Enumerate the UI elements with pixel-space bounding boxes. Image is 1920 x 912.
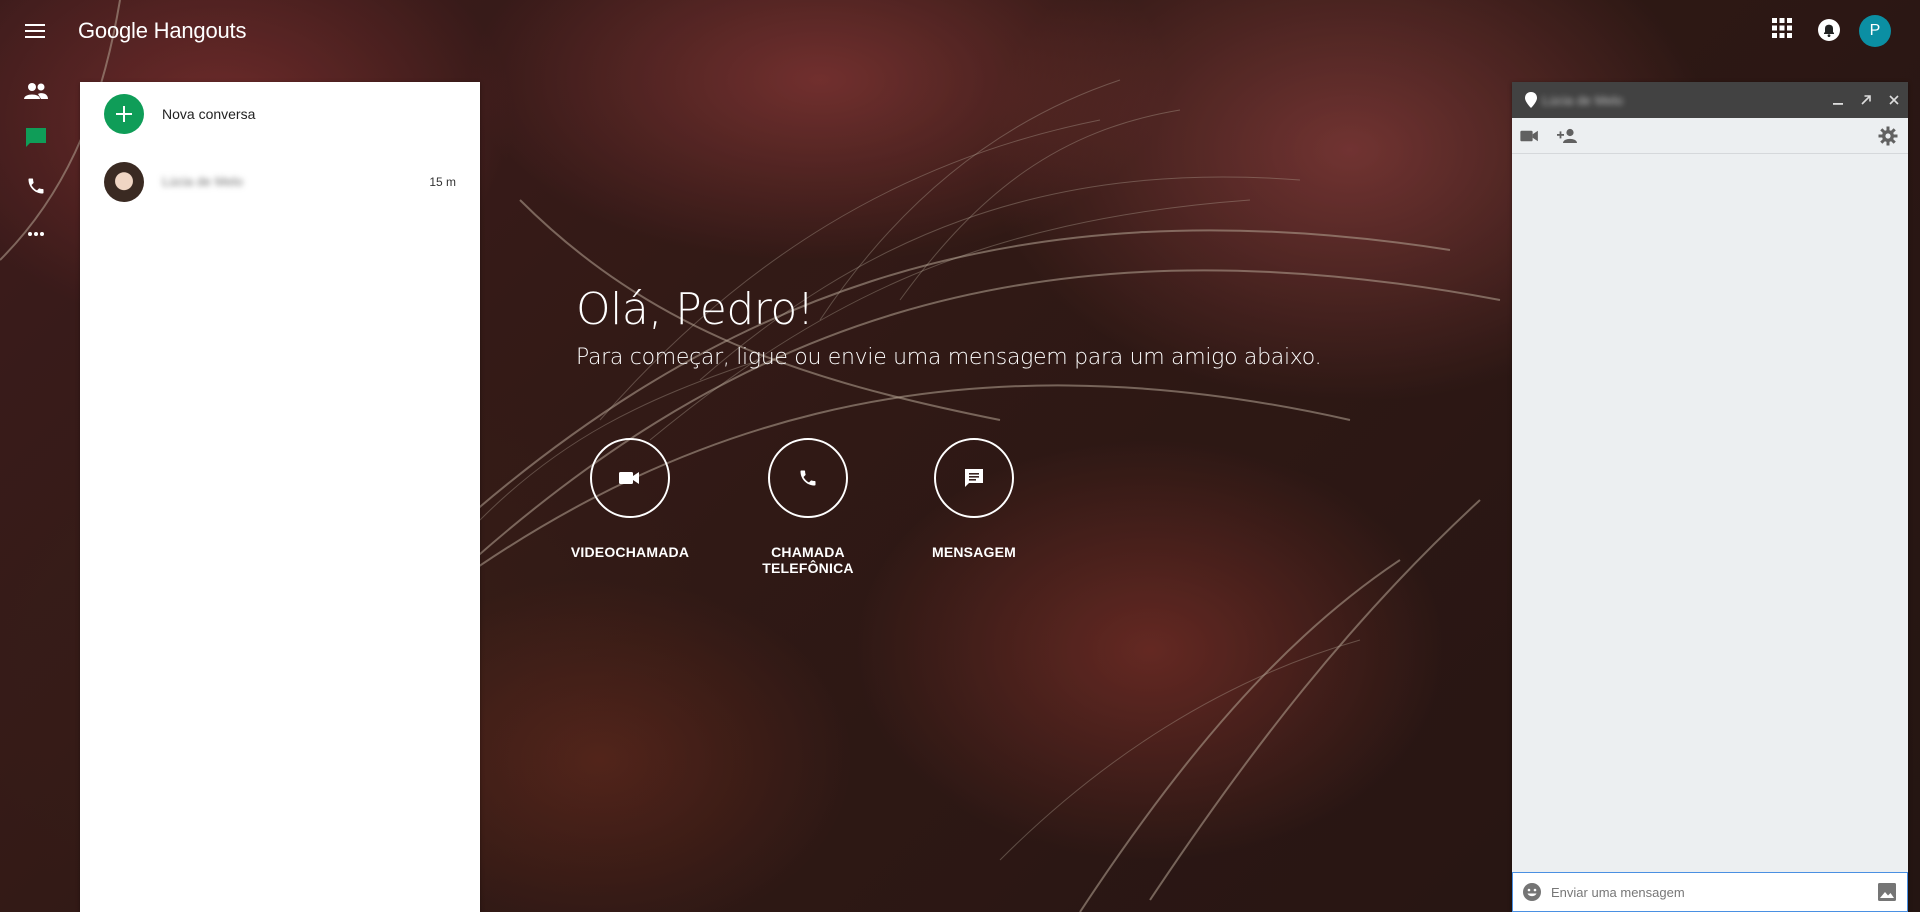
apps-launcher-button[interactable] — [1772, 18, 1796, 42]
message-circle — [934, 438, 1014, 518]
hamburger-icon — [25, 24, 45, 38]
rail-conversations[interactable] — [20, 124, 52, 152]
phone-call-button[interactable]: CHAMADA TELEFÔNICA — [728, 438, 888, 576]
video-call-label: VIDEOCHAMADA — [570, 544, 690, 560]
plus-icon — [104, 94, 144, 134]
popout-icon — [1861, 95, 1871, 105]
location-pin-icon — [1525, 92, 1537, 108]
chat-toolbar — [1512, 118, 1908, 154]
video-icon — [1520, 130, 1538, 142]
phone-call-label: CHAMADA TELEFÔNICA — [762, 544, 854, 576]
rail-more[interactable] — [20, 220, 52, 248]
apps-grid-icon — [1772, 18, 1792, 38]
message-input[interactable] — [1551, 882, 1861, 902]
minimize-icon — [1833, 103, 1843, 105]
emoji-icon[interactable] — [1522, 882, 1542, 902]
message-button[interactable]: MENSAGEM — [894, 438, 1054, 560]
chat-window: Lúcia de Melo — [1512, 82, 1908, 912]
chat-settings-button[interactable] — [1876, 125, 1900, 147]
phone-call-circle — [768, 438, 848, 518]
chat-header[interactable]: Lúcia de Melo — [1512, 82, 1908, 118]
welcome-subtitle: Para começar, ligue ou envie uma mensage… — [576, 345, 1322, 370]
conversation-name: Lúcia de Melo — [162, 174, 243, 189]
contacts-icon — [24, 83, 48, 99]
video-call-circle — [590, 438, 670, 518]
image-icon[interactable] — [1877, 882, 1897, 902]
minimize-button[interactable] — [1828, 90, 1848, 110]
main-menu-button[interactable] — [20, 18, 50, 44]
phone-icon — [28, 178, 44, 194]
chat-video-call-button[interactable] — [1518, 125, 1542, 147]
message-icon — [965, 469, 983, 487]
close-button[interactable] — [1884, 90, 1904, 110]
conversation-row[interactable]: Lúcia de Melo 15 m — [80, 160, 480, 206]
close-icon — [1889, 95, 1899, 105]
conversation-time: 15 m — [429, 175, 456, 189]
video-icon — [619, 472, 639, 484]
add-person-icon — [1557, 128, 1577, 143]
add-person-button[interactable] — [1556, 125, 1580, 147]
rail-phone[interactable] — [20, 172, 52, 200]
brand-product: Hangouts — [153, 18, 247, 43]
app-logo[interactable]: Google Hangouts — [78, 18, 246, 44]
chat-title: Lúcia de Melo — [1542, 93, 1623, 108]
rail-contacts[interactable] — [20, 77, 52, 105]
welcome-greeting: Olá, Pedro! — [576, 284, 814, 335]
account-avatar[interactable]: P — [1859, 15, 1891, 47]
more-icon — [28, 232, 44, 236]
new-conversation-button[interactable]: Nova conversa — [104, 94, 255, 134]
new-conversation-label: Nova conversa — [162, 106, 256, 122]
welcome-section: Olá, Pedro! Para começar, ligue ou envie… — [576, 284, 1322, 370]
avatar-initial: P — [1869, 22, 1881, 39]
bell-icon — [1818, 19, 1840, 41]
popout-button[interactable] — [1856, 90, 1876, 110]
notifications-button[interactable] — [1816, 17, 1842, 43]
video-call-button[interactable]: VIDEOCHAMADA — [550, 438, 710, 560]
chat-icon — [26, 128, 46, 147]
conversations-panel: Nova conversa Lúcia de Melo 15 m — [80, 82, 480, 912]
message-label: MENSAGEM — [931, 544, 1017, 560]
message-composer — [1512, 872, 1908, 912]
gear-icon — [1878, 126, 1898, 146]
phone-icon — [800, 470, 816, 486]
brand-google: Google — [78, 18, 148, 43]
contact-avatar — [104, 162, 144, 202]
top-bar: Google Hangouts P — [0, 0, 1920, 64]
